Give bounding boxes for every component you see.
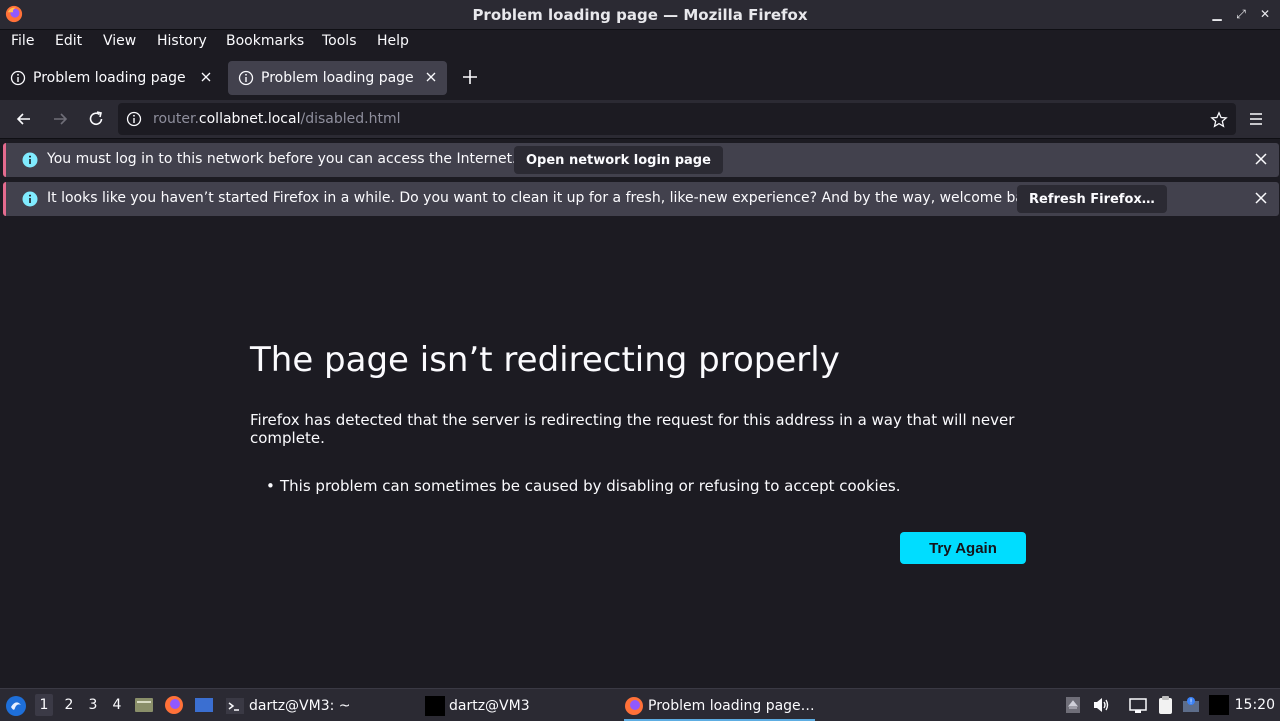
firefox-launcher-icon[interactable] (164, 695, 184, 715)
tab-label: Problem loading page (33, 70, 186, 86)
info-icon (238, 70, 254, 86)
task-firefox[interactable]: Problem loading page… (624, 693, 815, 721)
terminal-icon (226, 698, 244, 714)
task-terminal-1[interactable]: dartz@VM3: ~ (225, 693, 351, 719)
forward-icon[interactable] (50, 109, 70, 129)
menu-bar: File Edit View History Bookmarks Tools H… (0, 30, 1280, 57)
notification-text: It looks like you haven’t started Firefo… (47, 190, 1046, 206)
eject-icon[interactable] (1063, 695, 1083, 715)
tab-label: Problem loading page (261, 70, 414, 86)
task-label: dartz@VM3: ~ (249, 698, 351, 714)
firefox-icon (625, 697, 643, 715)
refresh-firefox-notification: It looks like you haven’t started Firefo… (3, 182, 1279, 216)
error-description: Firefox has detected that the server is … (250, 411, 1015, 447)
volume-icon[interactable] (1091, 695, 1111, 715)
app-menu-icon[interactable] (1246, 109, 1266, 129)
terminal-window-icon (425, 696, 445, 716)
try-again-button[interactable]: Try Again (900, 532, 1026, 564)
error-hints: This problem can sometimes be caused by … (266, 477, 901, 495)
update-notifier-icon[interactable]: ! (1181, 695, 1201, 715)
workspace-4[interactable]: 4 (108, 697, 126, 713)
refresh-firefox-button[interactable]: Refresh Firefox… (1017, 185, 1167, 213)
error-page: The page isn’t redirecting properly Fire… (0, 222, 1280, 688)
task-terminal-2[interactable]: dartz@VM3 (425, 693, 530, 719)
close-window-icon[interactable]: ✕ (1258, 5, 1272, 23)
navigation-bar: router.collabnet.local/disabled.html (0, 100, 1280, 139)
taskbar: 1 2 3 4 dartz@VM3: ~ dartz@VM3 Problem l… (0, 688, 1280, 721)
close-tab-icon[interactable] (423, 69, 439, 85)
network-icon[interactable] (1128, 695, 1148, 715)
black-window-icon[interactable] (1209, 695, 1229, 715)
desktop-icon[interactable] (194, 695, 214, 715)
menu-bookmarks[interactable]: Bookmarks (226, 33, 304, 49)
info-icon (10, 70, 26, 86)
bookmark-star-icon[interactable] (1210, 111, 1228, 129)
menu-edit[interactable]: Edit (55, 33, 82, 49)
open-network-login-button[interactable]: Open network login page (514, 146, 723, 174)
workspace-3[interactable]: 3 (84, 697, 102, 713)
url-subdomain: router. (153, 111, 199, 127)
file-manager-icon[interactable] (134, 695, 154, 715)
menu-tools[interactable]: Tools (322, 33, 357, 49)
workspace-2[interactable]: 2 (60, 697, 78, 713)
svg-text:!: ! (1190, 698, 1193, 706)
error-title: The page isn’t redirecting properly (250, 340, 840, 380)
close-tab-icon[interactable] (198, 69, 214, 85)
tab-bar: Problem loading page Problem loading pag… (0, 57, 1280, 99)
task-label: dartz@VM3 (449, 698, 530, 714)
info-filled-icon (22, 191, 38, 207)
error-hint-item: This problem can sometimes be caused by … (266, 477, 901, 495)
menu-file[interactable]: File (11, 33, 34, 49)
close-notification-icon[interactable] (1253, 151, 1269, 167)
task-label: Problem loading page… (648, 698, 815, 714)
address-bar[interactable]: router.collabnet.local/disabled.html (118, 103, 1236, 135)
window-titlebar: Problem loading page — Mozilla Firefox ▁… (0, 0, 1280, 30)
tab-problem-loading-2[interactable]: Problem loading page (228, 61, 447, 95)
workspace-1[interactable]: 1 (35, 694, 53, 716)
menu-history[interactable]: History (157, 33, 207, 49)
clock: 15:20 (1234, 697, 1275, 713)
menu-view[interactable]: View (103, 33, 136, 49)
start-menu-icon[interactable] (5, 695, 27, 717)
maximize-icon[interactable]: ⤢ (1234, 5, 1248, 23)
notification-text: You must log in to this network before y… (47, 151, 517, 167)
network-login-notification: You must log in to this network before y… (3, 143, 1279, 177)
menu-help[interactable]: Help (377, 33, 409, 49)
window-title: Problem loading page — Mozilla Firefox (472, 6, 808, 24)
tab-problem-loading-1[interactable]: Problem loading page (0, 61, 222, 95)
site-info-icon[interactable] (126, 111, 142, 127)
reload-icon[interactable] (86, 109, 106, 129)
url-host: collabnet.local (198, 111, 301, 127)
back-icon[interactable] (14, 109, 34, 129)
minimize-icon[interactable]: ▁ (1210, 5, 1224, 23)
url-text[interactable]: router.collabnet.local/disabled.html (153, 111, 400, 127)
close-notification-icon[interactable] (1253, 190, 1269, 206)
info-filled-icon (22, 152, 38, 168)
new-tab-icon[interactable] (460, 67, 480, 87)
url-path: /disabled.html (300, 111, 401, 127)
clipboard-icon[interactable] (1155, 695, 1175, 715)
